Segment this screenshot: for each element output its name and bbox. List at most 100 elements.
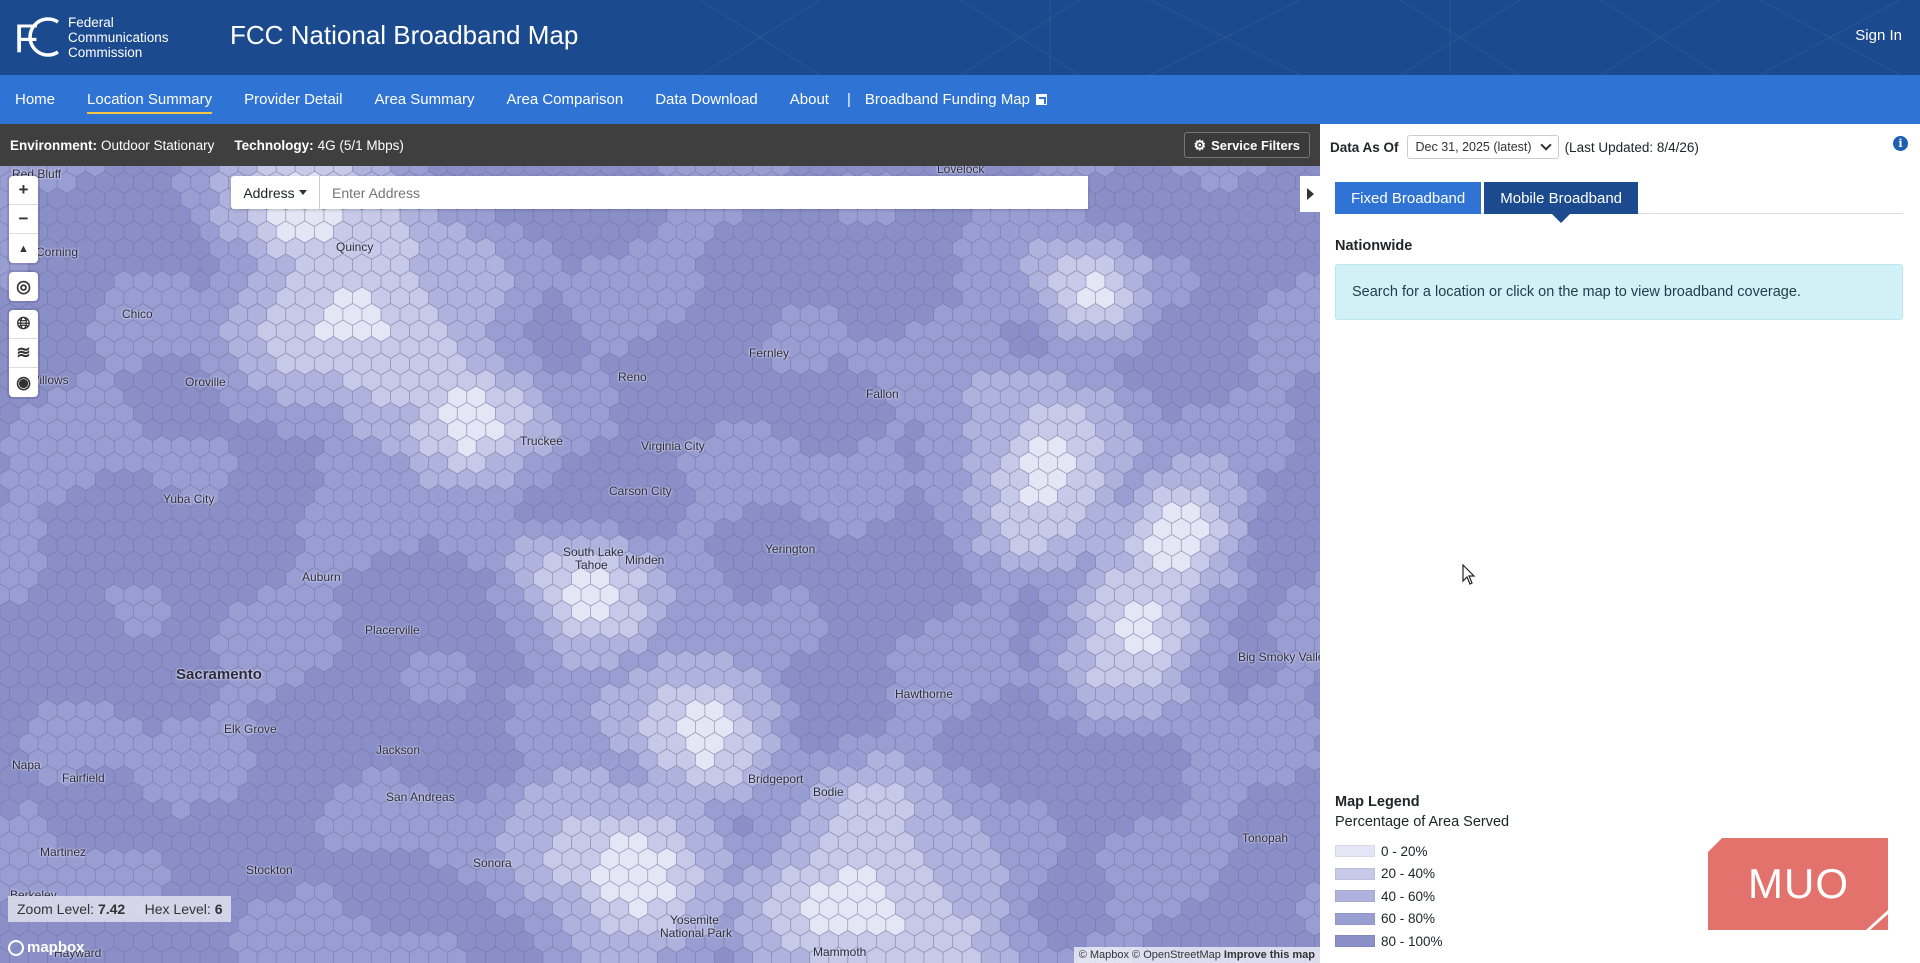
place-label: Virginia City [641,439,705,453]
place-label: Chico [122,307,153,321]
nav-location-summary[interactable]: Location Summary [87,91,213,114]
muo-watermark-logo: MUO [1708,838,1888,930]
place-label: San Andreas [386,790,455,804]
attribution-text[interactable]: © Mapbox © OpenStreetMap [1079,949,1221,961]
gear-icon: ⚙ [1193,136,1207,153]
agency-line: Communications [68,29,169,45]
place-label: Auburn [302,570,341,584]
place-label: Napa [12,758,41,772]
mapbox-text: mapbox [27,939,85,956]
legend-item: 20 - 40% [1335,863,1509,886]
place-label: Mammoth [813,945,867,959]
nav-broadband-funding-map[interactable]: Broadband Funding Map [865,91,1047,108]
map-attribution: © Mapbox © OpenStreetMap Improve this ma… [1073,947,1320,963]
place-label: Tonopah [1242,831,1289,845]
nav-area-comparison[interactable]: Area Comparison [506,91,623,108]
hex-value: 6 [214,901,223,917]
place-label: Corning [36,245,79,259]
data-date-select[interactable]: Dec 31, 2025 (latest) [1406,135,1559,159]
agency-name: Federal Communications Commission [68,15,169,60]
compass-button[interactable]: ▲ [9,234,38,263]
legend-label: 60 - 80% [1381,911,1436,927]
place-label: Elk Grove [224,722,277,736]
agency-line: Commission [68,44,143,60]
legend-label: 80 - 100% [1381,933,1443,949]
place-label: Bridgeport [748,772,804,786]
place-label: National Park [660,926,733,940]
fcc-seal-icon: F [14,17,59,60]
legend-item: 80 - 100% [1335,930,1509,953]
legend-title: Map Legend [1335,794,1420,810]
muo-text: MUO [1748,860,1849,907]
place-label: Oroville [185,375,226,389]
caret-down-icon [298,190,307,195]
place-label: Truckee [520,434,563,448]
nav-provider-detail[interactable]: Provider Detail [244,91,342,108]
locate-icon[interactable]: ◎ [9,272,38,301]
place-label: Reno [618,370,647,384]
map-layer-controls: 🌐︎ ≋ ◉ [9,310,38,397]
address-input[interactable] [320,176,1088,209]
info-alert: Search for a location or click on the ma… [1335,264,1903,320]
globe-icon[interactable]: 🌐︎ [9,310,38,339]
place-label: Yuba City [163,492,215,506]
place-label: Sonora [473,856,512,870]
place-label: Stockton [246,863,293,877]
improve-map-link[interactable]: Improve this map [1224,949,1315,961]
environment-label: Environment: [10,137,98,153]
legend-label: 0 - 20% [1381,843,1428,859]
last-updated: (Last Updated: 8/4/26) [1564,139,1699,155]
nav-funding-label: Broadband Funding Map [864,91,1030,108]
nav-home[interactable]: Home [15,91,55,108]
layers-icon[interactable]: ≋ [9,339,38,368]
header: F Federal Communications Commission FCC … [0,0,1920,75]
zoom-out-button[interactable]: − [9,205,38,234]
zoom-value: 7.42 [97,901,126,917]
service-filters-label: Service Filters [1211,137,1300,153]
map-legend: Map Legend Percentage of Area Served 0 -… [1335,794,1509,953]
locate-control: ◎ [9,272,38,301]
place-label: Fernley [749,346,790,360]
nav-area-summary[interactable]: Area Summary [374,91,474,108]
legend-swatch [1335,845,1375,858]
search-type-label: Address [243,184,295,201]
legend-swatch [1335,912,1375,925]
coverage-map[interactable]: Red Bluff Corning Quincy Lovelock Chico Orovi… [0,166,1320,963]
legend-items: 0 - 20% 20 - 40% 40 - 60% 60 - 80% 80 - 100% [1335,840,1509,953]
service-filters-button[interactable]: ⚙ Service Filters [1183,132,1310,158]
place-label: Bodie [813,785,844,799]
agency-line: Federal [68,14,114,30]
nav-about[interactable]: About [790,91,829,108]
place-label: Jackson [376,743,421,757]
tab-fixed-broadband[interactable]: Fixed Broadband [1335,182,1482,214]
fcc-logo[interactable]: F Federal Communications Commission [14,14,169,61]
panel-toggle-button[interactable] [1300,176,1320,212]
map-filter-bar: Environment: Outdoor Stationary Technolo… [0,124,1320,166]
broadband-tabs: Fixed Broadband Mobile Broadband [1335,182,1903,223]
main-nav: Home Location Summary Provider Detail Ar… [0,75,1920,124]
address-search: Address [231,176,1088,209]
legend-label: 20 - 40% [1381,866,1436,882]
place-label: South Lake [563,545,624,559]
place-label: Placerville [365,623,420,637]
place-label: Sacramento [176,666,262,683]
mapbox-logo[interactable]: mapbox [8,939,85,956]
mapbox-icon [8,939,24,956]
zoom-in-button[interactable]: + [9,176,38,205]
environment-value: Outdoor Stationary [101,137,215,153]
zoom-label: Zoom Level: [17,901,95,917]
sign-in-link[interactable]: Sign In [1855,27,1902,44]
place-label: Big Smoky Valle [1238,650,1320,664]
palette-icon[interactable]: ◉ [9,368,38,397]
page-title: FCC National Broadband Map [230,20,579,50]
place-label: Fallon [866,387,899,401]
external-link-icon [1036,94,1047,105]
search-type-dropdown[interactable]: Address [231,176,320,209]
place-label: Quincy [336,240,374,254]
legend-item: 60 - 80% [1335,908,1509,931]
tab-mobile-broadband[interactable]: Mobile Broadband [1484,182,1639,223]
nav-data-download[interactable]: Data Download [655,91,758,108]
place-label: Minden [625,553,665,567]
info-icon[interactable]: i [1893,136,1908,151]
chevron-right-icon [1306,188,1314,200]
